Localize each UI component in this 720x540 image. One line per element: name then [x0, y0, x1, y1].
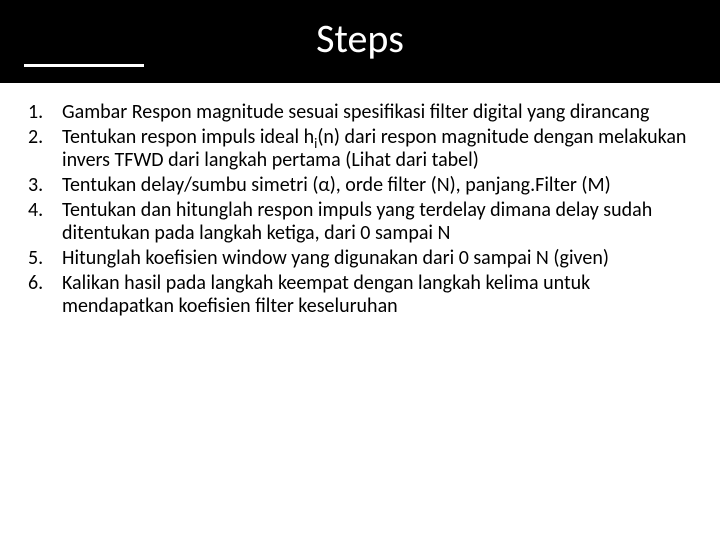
item-number: 1.	[28, 101, 62, 124]
item-text: Tentukan delay/sumbu simetri (α), orde f…	[62, 174, 692, 197]
slide: Steps 1. Gambar Respon magnitude sesuai …	[0, 0, 720, 540]
list-item: 6. Kalikan hasil pada langkah keempat de…	[28, 272, 692, 318]
item-number: 2.	[28, 126, 62, 172]
item-text: Tentukan dan hitunglah respon impuls yan…	[62, 199, 692, 245]
list-item: 2. Tentukan respon impuls ideal hi(n) da…	[28, 126, 692, 172]
item-text: Kalikan hasil pada langkah keempat denga…	[62, 272, 692, 318]
list-item: 4. Tentukan dan hitunglah respon impuls …	[28, 199, 692, 245]
item-number: 5.	[28, 247, 62, 270]
slide-body: 1. Gambar Respon magnitude sesuai spesif…	[0, 83, 720, 318]
list-item: 5. Hitunglah koefisien window yang digun…	[28, 247, 692, 270]
item-text: Gambar Respon magnitude sesuai spesifika…	[62, 101, 692, 124]
title-underline	[24, 64, 144, 67]
item-text: Hitunglah koefisien window yang digunaka…	[62, 247, 692, 270]
title-bar: Steps	[0, 0, 720, 83]
item-number: 3.	[28, 174, 62, 197]
list-item: 1. Gambar Respon magnitude sesuai spesif…	[28, 101, 692, 124]
item-text: Tentukan respon impuls ideal hi(n) dari …	[62, 126, 692, 172]
list-item: 3. Tentukan delay/sumbu simetri (α), ord…	[28, 174, 692, 197]
item-number: 6.	[28, 272, 62, 318]
slide-title: Steps	[0, 18, 720, 60]
steps-list: 1. Gambar Respon magnitude sesuai spesif…	[28, 101, 692, 318]
item-number: 4.	[28, 199, 62, 245]
